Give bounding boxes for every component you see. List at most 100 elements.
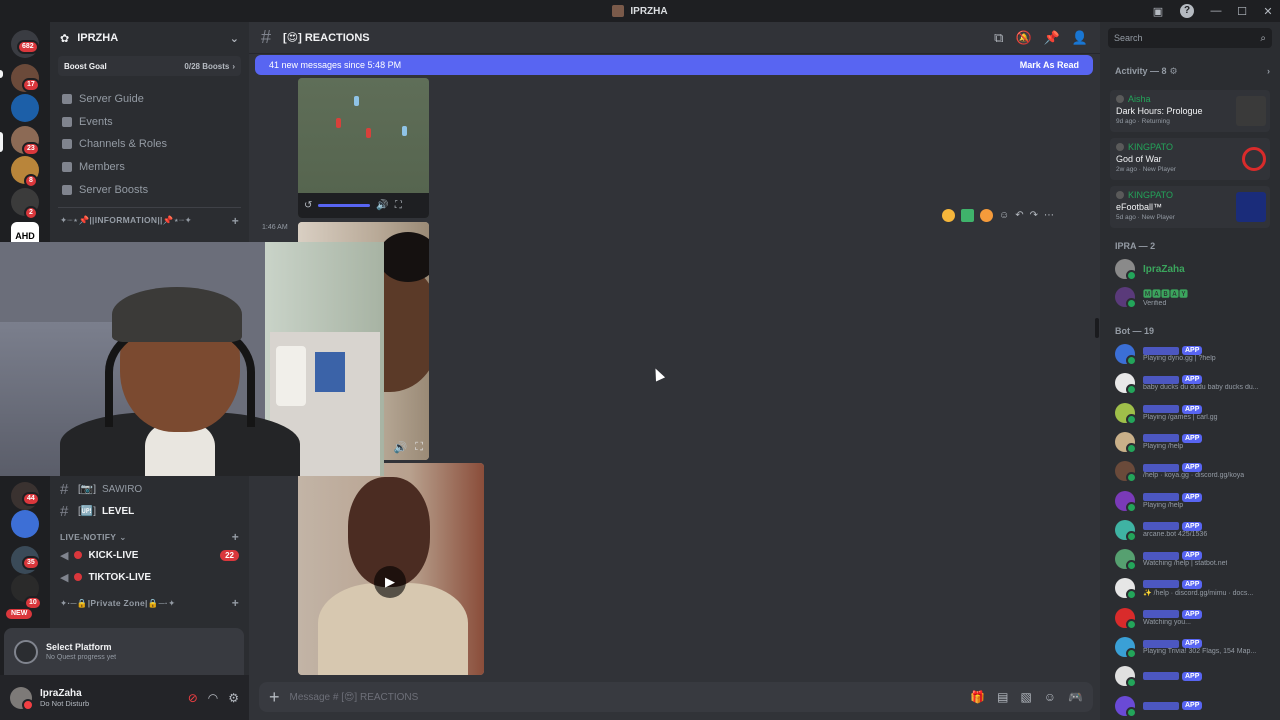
fullscreen-icon[interactable]: ⛶ xyxy=(415,441,423,454)
add-channel-icon[interactable]: + xyxy=(232,214,239,228)
avatar xyxy=(1115,490,1137,513)
bot-row[interactable]: APP/help · koya.gg · discord.gg/koya xyxy=(1115,457,1275,485)
gift-icon[interactable]: 🎁 xyxy=(970,690,985,704)
category-information[interactable]: ✦┈⋆📌||INFORMATION||📌⋆┈✦ + xyxy=(50,214,249,228)
bot-row[interactable]: APP arcane.bot 425/1536 xyxy=(1115,516,1275,544)
server-header[interactable]: ✿ IPRZHA ⌄ xyxy=(50,22,249,54)
add-channel-icon[interactable]: + xyxy=(232,530,239,544)
settings-gear-icon[interactable]: ⚙ xyxy=(228,691,239,705)
bot-name: APP xyxy=(1143,551,1227,561)
volume-icon[interactable]: 🔊 xyxy=(376,200,388,211)
bot-name: APP xyxy=(1143,609,1203,619)
add-channel-icon[interactable]: + xyxy=(232,596,239,610)
mic-muted-icon[interactable]: ⊘ xyxy=(188,691,198,705)
video-progress-bar[interactable] xyxy=(318,204,371,207)
activity-header[interactable]: Activity — 8 ⚙ › xyxy=(1115,66,1270,77)
bot-row[interactable]: APP Watching /help | statbot.net xyxy=(1115,545,1275,573)
laugh-emoji-icon[interactable] xyxy=(942,208,955,222)
add-attachment-icon[interactable]: + xyxy=(269,687,280,708)
nav-events[interactable]: Events xyxy=(50,111,249,134)
gif-icon[interactable]: ▤ xyxy=(997,690,1008,704)
game-thumbnail xyxy=(1236,96,1266,126)
search-icon: ⌕ xyxy=(1260,32,1266,44)
activity-user: Aisha xyxy=(1128,94,1151,104)
channel-tiktok-live[interactable]: ◀ TIKTOK-LIVE xyxy=(50,566,249,588)
threads-icon[interactable]: ⧉ xyxy=(994,30,1003,46)
play-icon[interactable]: ▶ xyxy=(374,566,406,598)
activities-icon[interactable]: 🎮 xyxy=(1068,690,1083,704)
scrollbar[interactable] xyxy=(1095,318,1099,338)
heart-eyes-emoji-icon[interactable] xyxy=(980,208,993,222)
composer-actions: 🎁 ▤ ▧ ☺ 🎮 xyxy=(970,690,1083,704)
reply-icon[interactable]: ↶ xyxy=(1015,210,1023,221)
boost-goal[interactable]: Boost Goal 0/28 Boosts › xyxy=(58,56,241,76)
bot-row[interactable]: APP ✨ /help · discord.gg/mimu · docs... xyxy=(1115,574,1275,602)
server-icon-2[interactable] xyxy=(11,94,39,122)
video-attachment[interactable]: ▶ xyxy=(298,463,484,675)
bot-name-redacted xyxy=(1143,672,1179,681)
bot-row[interactable]: APP Playing /games | carl.gg xyxy=(1115,399,1275,427)
video-detail xyxy=(402,126,407,136)
search-input[interactable]: Search ⌕ xyxy=(1108,28,1272,48)
bot-row[interactable]: APP xyxy=(1115,692,1275,720)
category-private-zone[interactable]: ✦·─🔒|Private Zone|🔒─·✦ + xyxy=(50,596,249,610)
nav-server-boosts[interactable]: Server Boosts xyxy=(50,178,249,201)
avatar xyxy=(1115,259,1137,281)
notification-bell-icon[interactable]: 🔕 xyxy=(1015,30,1031,46)
volume-icon[interactable]: 🔊 xyxy=(394,441,408,454)
minimize-button[interactable]: — xyxy=(1204,5,1228,17)
sticker-icon[interactable]: ▧ xyxy=(1020,690,1031,704)
category-live-notify[interactable]: LIVE-NOTIFY ⌄ + xyxy=(50,530,249,544)
avatar xyxy=(1115,402,1137,425)
maximize-button[interactable]: ☐ xyxy=(1230,5,1254,18)
bot-row[interactable]: APP baby ducks du dudu baby ducks du... xyxy=(1115,369,1275,397)
member-row[interactable]: IpraZaha xyxy=(1115,255,1275,283)
message-input[interactable]: Message # [😍] REACTIONS xyxy=(290,692,419,703)
mark-as-read-button[interactable]: Mark As Read xyxy=(1020,60,1079,70)
video-detail xyxy=(336,118,341,128)
settings-gear-icon: ⚙ xyxy=(1169,66,1178,76)
nav-members[interactable]: Members xyxy=(50,156,249,179)
checkmark-emoji-icon[interactable] xyxy=(961,208,974,222)
video-detail xyxy=(378,232,429,282)
nav-server-guide[interactable]: Server Guide xyxy=(50,88,249,111)
channel-kick-live[interactable]: ◀ KICK-LIVE 22 xyxy=(50,544,249,566)
bot-row[interactable]: APP Watching you... xyxy=(1115,604,1275,632)
fullscreen-icon[interactable]: ⛶ xyxy=(395,200,402,211)
app-tag: APP xyxy=(1182,433,1203,443)
quest-panel[interactable]: Select Platform No Quest progress yet xyxy=(4,628,244,675)
server-icon-7[interactable] xyxy=(11,510,39,538)
avatar[interactable] xyxy=(10,686,34,711)
nav-label: Channels & Roles xyxy=(79,138,168,151)
close-button[interactable]: ✕ xyxy=(1256,5,1280,18)
activity-card[interactable]: KINGPATO God of War 2w ago · New Player xyxy=(1110,138,1270,180)
bot-name-redacted xyxy=(1143,434,1179,443)
member-list-icon[interactable]: 👤 xyxy=(1072,30,1088,46)
headphones-icon[interactable]: ◠ xyxy=(208,691,218,705)
video-attachment[interactable]: ↺ 🔊 ⛶ xyxy=(298,78,429,218)
avatar xyxy=(1115,666,1137,689)
activity-card[interactable]: Aisha Dark Hours: Prologue 9d ago · Retu… xyxy=(1110,90,1270,132)
channel-level[interactable]: # [🆙] LEVEL xyxy=(50,500,249,522)
bot-row[interactable]: APP Playing dyno.gg | ?help xyxy=(1115,340,1275,368)
add-reaction-icon[interactable]: ☺ xyxy=(999,210,1009,221)
forward-icon[interactable]: ↷ xyxy=(1030,210,1038,221)
member-row[interactable]: 🅼🅰🅱🅰🆈 Verified xyxy=(1115,283,1275,311)
bot-name: APP xyxy=(1143,639,1256,648)
more-options-icon[interactable]: ⋯ xyxy=(1044,210,1054,221)
inbox-icon[interactable]: ▣ xyxy=(1146,5,1170,18)
bot-row[interactable]: APP xyxy=(1115,662,1275,690)
activity-card[interactable]: KINGPATO eFootball™ 5d ago · New Player xyxy=(1110,186,1270,228)
emoji-icon[interactable]: ☺ xyxy=(1044,690,1056,704)
live-dot-icon xyxy=(74,551,83,559)
new-messages-bar[interactable]: 41 new messages since 5:48 PM Mark As Re… xyxy=(255,55,1093,75)
boost-goal-label: Boost Goal xyxy=(64,61,107,71)
nav-channels-roles[interactable]: Channels & Roles xyxy=(50,133,249,156)
help-icon[interactable]: ? xyxy=(1180,4,1194,18)
bot-row[interactable]: APP Playing Trivia! 302 Flags, 154 Map... xyxy=(1115,633,1275,661)
replay-icon[interactable]: ↺ xyxy=(304,200,312,211)
channel-sawiro[interactable]: # [📷] SAWIRO xyxy=(50,478,249,500)
pin-icon[interactable]: 📌 xyxy=(1044,30,1060,46)
bot-row[interactable]: APP Playing /help xyxy=(1115,487,1275,515)
bot-row[interactable]: APP Playing /help xyxy=(1115,428,1275,456)
